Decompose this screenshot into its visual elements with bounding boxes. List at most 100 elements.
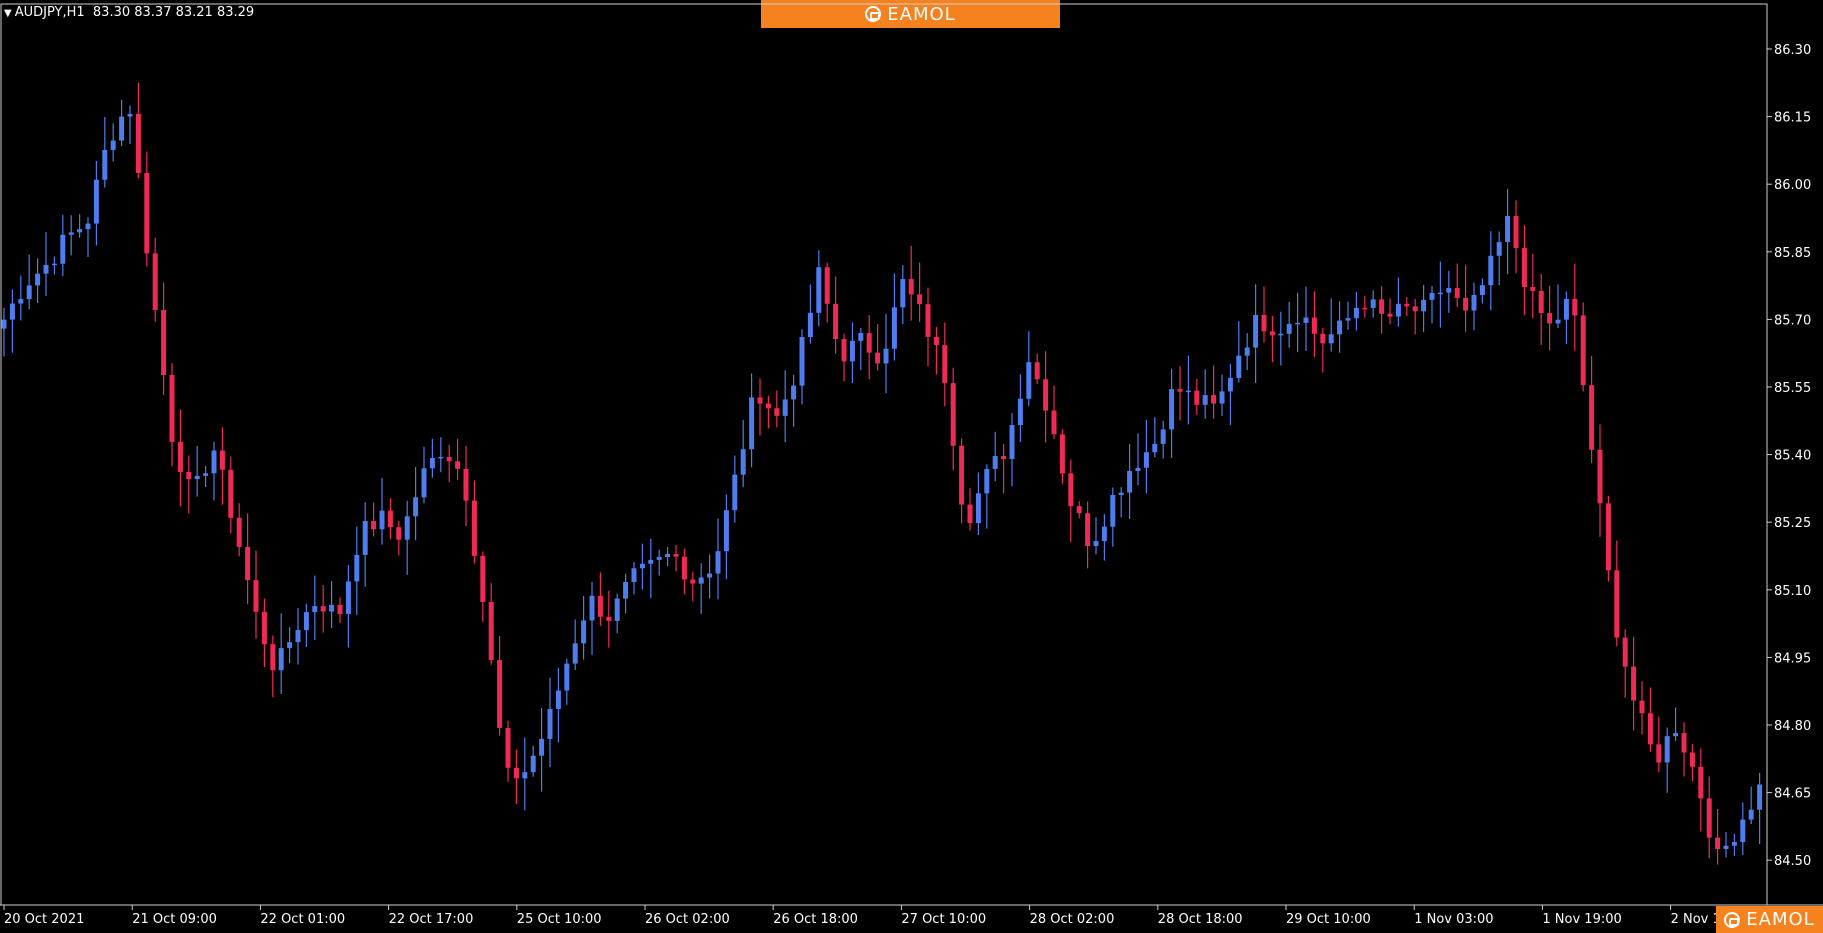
candle-body (1253, 314, 1259, 348)
candle-body (992, 455, 998, 469)
candle-body (1026, 362, 1032, 399)
candle-body (1488, 255, 1494, 286)
candle-body (883, 348, 889, 364)
candle-body (387, 510, 393, 528)
candle-body (866, 333, 872, 353)
candle-body (471, 500, 477, 556)
candle-body (85, 223, 91, 230)
candle-body (900, 279, 906, 308)
candle-body (1076, 506, 1082, 514)
candle-body (144, 172, 150, 254)
candle-body (354, 554, 360, 582)
candle-body (18, 299, 24, 304)
candle-body (396, 527, 402, 540)
candle-body (547, 708, 553, 739)
candle-body (1059, 434, 1065, 474)
y-tick-label: 85.25 (1774, 516, 1811, 531)
candle-body (1118, 492, 1124, 495)
candle-body (219, 450, 225, 470)
candle-body (77, 229, 83, 233)
candle-body (245, 546, 251, 581)
candle-body (1437, 292, 1443, 295)
candle-body (1169, 389, 1175, 430)
candle-body (320, 606, 326, 612)
candle-body (43, 264, 49, 274)
candle-body (1656, 744, 1662, 763)
candle-body (186, 471, 192, 480)
candle-body (690, 579, 696, 584)
candle-body (93, 179, 99, 224)
candle-body (631, 568, 637, 583)
candle-body (1757, 784, 1763, 810)
candle-body (673, 553, 679, 557)
candle-body (1143, 452, 1149, 468)
candle-body (446, 456, 452, 462)
y-tick-label: 85.85 (1774, 246, 1811, 261)
candle-body (1286, 323, 1292, 334)
candle-body (371, 521, 377, 530)
candle-body (26, 285, 32, 300)
candle-body (1530, 287, 1536, 291)
candle-body (1740, 819, 1746, 843)
brand-banner-bottom: EAMOL (1716, 906, 1823, 933)
candle-body (345, 581, 351, 614)
candle-body (1748, 809, 1754, 820)
x-tick-label: 27 Oct 10:00 (901, 912, 986, 927)
candle-body (833, 303, 839, 340)
candle-body (1328, 334, 1334, 344)
candle-body (60, 234, 66, 264)
candle-body (614, 598, 620, 621)
candle-body (270, 644, 276, 671)
x-tick-label: 20 Oct 2021 (4, 912, 84, 927)
candle-body (1278, 333, 1284, 336)
candle-body (1093, 541, 1099, 547)
candle-body (1496, 242, 1502, 256)
y-tick-label: 84.50 (1774, 854, 1811, 869)
candle-body (287, 642, 293, 649)
candle-body (1505, 215, 1511, 243)
candle-body (1614, 570, 1620, 638)
x-tick-label: 22 Oct 01:00 (260, 912, 345, 927)
candle-body (1572, 298, 1578, 316)
candle-body (824, 267, 830, 304)
candle-body (1597, 449, 1603, 504)
candle-body (791, 385, 797, 400)
candle-body (497, 660, 503, 728)
plot-frame (0, 3, 1768, 906)
candle-body (1723, 845, 1729, 850)
candle-body (1446, 288, 1452, 293)
candle-body (1068, 473, 1074, 507)
candle-body (1345, 318, 1351, 321)
candle-body (463, 468, 469, 501)
candle-body (261, 611, 267, 645)
candle-body (732, 474, 738, 511)
y-tick-label: 86.00 (1774, 178, 1811, 193)
candle-body (194, 475, 200, 480)
candle-body (1454, 288, 1460, 298)
candle-body (1135, 467, 1141, 471)
candle-body (581, 620, 587, 644)
candle-body (757, 397, 763, 404)
candle-body (1311, 317, 1317, 334)
candle-body (421, 468, 427, 498)
candle-body (1185, 390, 1191, 393)
candle-body (1127, 470, 1133, 493)
candle-body (1547, 312, 1553, 324)
candle-body (1009, 425, 1015, 460)
candle-body (749, 397, 755, 450)
candle-body (68, 232, 74, 235)
candle-body (312, 606, 318, 613)
candle-body (1001, 455, 1007, 460)
candle-body (1731, 842, 1737, 846)
candle-body (513, 767, 519, 779)
candle-body (807, 312, 813, 338)
x-tick-label: 22 Oct 17:00 (389, 912, 474, 927)
candle-body (1177, 389, 1183, 392)
candle-body (303, 612, 309, 631)
candlestick-chart: 86.30 86.15 86.00 85.85 85.70 85.55 85.40 85.25… (0, 3, 1823, 927)
candle-body (665, 553, 671, 557)
candle-body (1463, 297, 1469, 311)
candle-body (933, 336, 939, 346)
candle-body (1706, 798, 1712, 838)
candle-body (1261, 314, 1267, 332)
